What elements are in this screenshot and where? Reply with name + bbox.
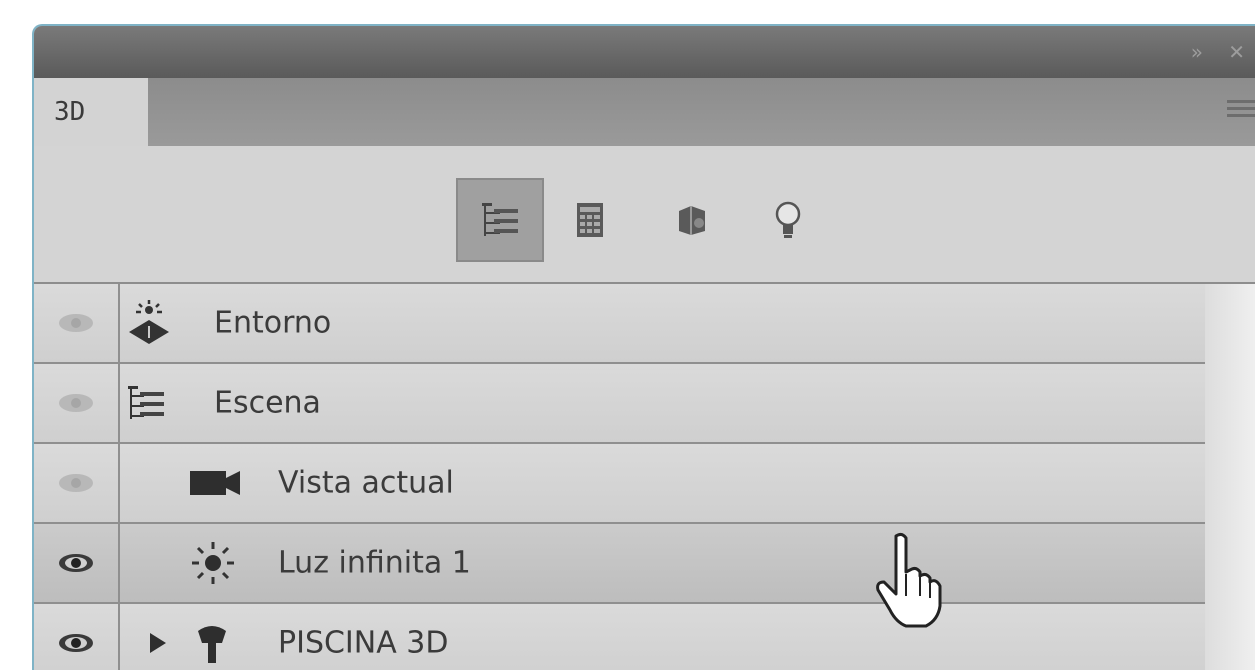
visibility-toggle[interactable] — [34, 444, 120, 522]
visibility-toggle[interactable] — [34, 284, 120, 362]
3d-panel: » ✕ 3D Entorno Escena Vista actual Luz i… — [32, 24, 1255, 670]
visibility-toggle[interactable] — [34, 364, 120, 442]
scene-icon — [128, 386, 164, 419]
layer-list: Entorno Escena Vista actual Luz infinita… — [34, 284, 1255, 670]
layer-row-luz-infinita[interactable]: Luz infinita 1 — [34, 524, 1255, 604]
layer-row-vista-actual[interactable]: Vista actual — [34, 444, 1255, 524]
mesh-filter-icon — [577, 203, 603, 237]
scene-filter-button[interactable] — [456, 178, 544, 262]
hand-cursor-icon — [876, 532, 942, 628]
layer-label: Escena — [214, 385, 321, 421]
material-filter-button[interactable] — [648, 178, 736, 262]
scene-filter-icon — [482, 203, 518, 236]
collapse-icon[interactable]: » — [1191, 40, 1203, 64]
sun-light-icon — [192, 542, 234, 584]
layer-row-entorno[interactable]: Entorno — [34, 284, 1255, 364]
eye-icon — [59, 554, 93, 572]
layer-label: PISCINA 3D — [278, 625, 449, 661]
visibility-toggle[interactable] — [34, 604, 120, 670]
mesh-filter-button[interactable] — [546, 178, 634, 262]
eye-hidden-icon — [59, 394, 93, 412]
mesh-icon — [198, 626, 226, 663]
layer-label: Luz infinita 1 — [278, 545, 471, 581]
panel-titlebar[interactable]: » ✕ — [34, 26, 1255, 78]
tab-3d[interactable]: 3D — [34, 78, 148, 146]
environment-icon — [129, 300, 169, 344]
eye-hidden-icon — [59, 314, 93, 332]
eye-hidden-icon — [59, 474, 93, 492]
filter-toolbar — [34, 146, 1255, 284]
layer-row-escena[interactable]: Escena — [34, 364, 1255, 444]
panel-menu-icon[interactable] — [1227, 100, 1255, 126]
scrollbar[interactable] — [1205, 284, 1255, 670]
expand-triangle-icon[interactable] — [146, 629, 170, 657]
material-filter-icon — [679, 206, 705, 235]
light-filter-icon — [775, 201, 801, 238]
eye-icon — [59, 634, 93, 652]
layer-label: Vista actual — [278, 465, 454, 501]
camera-icon — [190, 471, 240, 495]
panel-tabbar: 3D — [34, 78, 1255, 146]
close-icon[interactable]: ✕ — [1228, 40, 1245, 64]
light-filter-button[interactable] — [744, 178, 832, 262]
layer-label: Entorno — [214, 305, 332, 341]
visibility-toggle[interactable] — [34, 524, 120, 602]
layer-row-piscina-3d[interactable]: PISCINA 3D — [34, 604, 1255, 670]
